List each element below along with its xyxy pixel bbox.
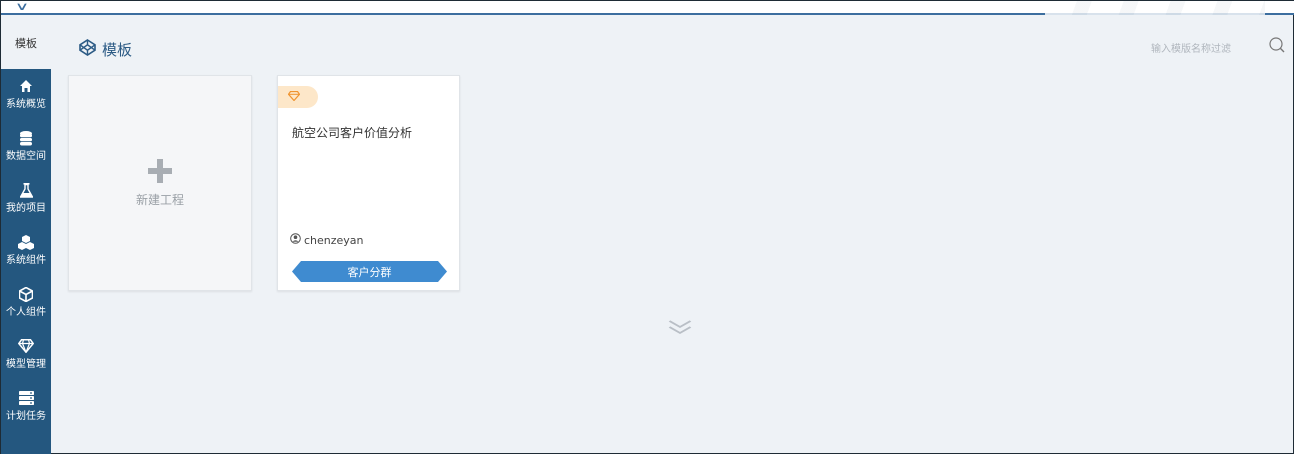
sidebar-item-data-space[interactable]: 数据空间	[1, 121, 51, 173]
template-author: chenzeyan	[290, 233, 364, 247]
sidebar-item-label: 计划任务	[6, 411, 46, 422]
home-icon	[19, 79, 33, 97]
sidebar-item-label: 个人组件	[6, 307, 46, 318]
sidebar-item-system-components[interactable]: 系统组件	[1, 225, 51, 277]
plus-icon	[148, 158, 172, 183]
user-circle-icon	[290, 233, 301, 247]
diamond-icon	[287, 90, 301, 104]
top-bar: ∨	[1, 1, 1294, 15]
sidebar-item-label: 系统概览	[6, 99, 46, 110]
page-title-text: 模板	[102, 41, 133, 59]
search-input[interactable]	[1151, 38, 1261, 61]
premium-badge	[278, 86, 318, 108]
sidebar-header-label: 模板	[15, 37, 37, 50]
sidebar: 模板 系统概览 数据空间 我的项目 系统组件 个人组件 模型管理 计划任务	[1, 17, 51, 454]
server-icon	[18, 391, 34, 409]
cubes-icon	[18, 235, 34, 253]
load-more-button[interactable]	[668, 319, 692, 335]
template-search	[1151, 37, 1291, 61]
diamond-icon	[17, 339, 35, 357]
flask-icon	[18, 183, 34, 201]
template-category-tag[interactable]: 客户分群	[292, 261, 447, 282]
top-decoration	[1045, 1, 1265, 15]
collapse-chevron-icon[interactable]: ∨	[15, 1, 30, 12]
sidebar-item-overview[interactable]: 系统概览	[1, 69, 51, 121]
database-icon	[20, 131, 32, 149]
sidebar-item-model-management[interactable]: 模型管理	[1, 329, 51, 381]
sidebar-item-label: 我的项目	[6, 203, 46, 214]
codepen-icon	[79, 39, 96, 60]
sidebar-item-label: 系统组件	[6, 255, 46, 266]
new-project-label: 新建工程	[135, 192, 184, 207]
sidebar-item-scheduled-tasks[interactable]: 计划任务	[1, 381, 51, 433]
author-name: chenzeyan	[304, 233, 364, 247]
template-title: 航空公司客户价值分析	[292, 126, 413, 140]
template-card[interactable]: 航空公司客户价值分析 chenzeyan 客户分群	[277, 75, 460, 291]
new-project-card[interactable]: 新建工程	[68, 75, 252, 291]
page-title: 模板	[79, 39, 132, 60]
cube-icon	[18, 286, 34, 305]
double-chevron-down-icon	[667, 319, 694, 335]
sidebar-header: 模板	[1, 17, 51, 69]
sidebar-item-my-projects[interactable]: 我的项目	[1, 173, 51, 225]
sidebar-item-personal-components[interactable]: 个人组件	[1, 277, 51, 329]
sidebar-item-label: 模型管理	[6, 359, 46, 370]
sidebar-item-label: 数据空间	[6, 151, 46, 162]
search-icon[interactable]	[1269, 37, 1285, 53]
